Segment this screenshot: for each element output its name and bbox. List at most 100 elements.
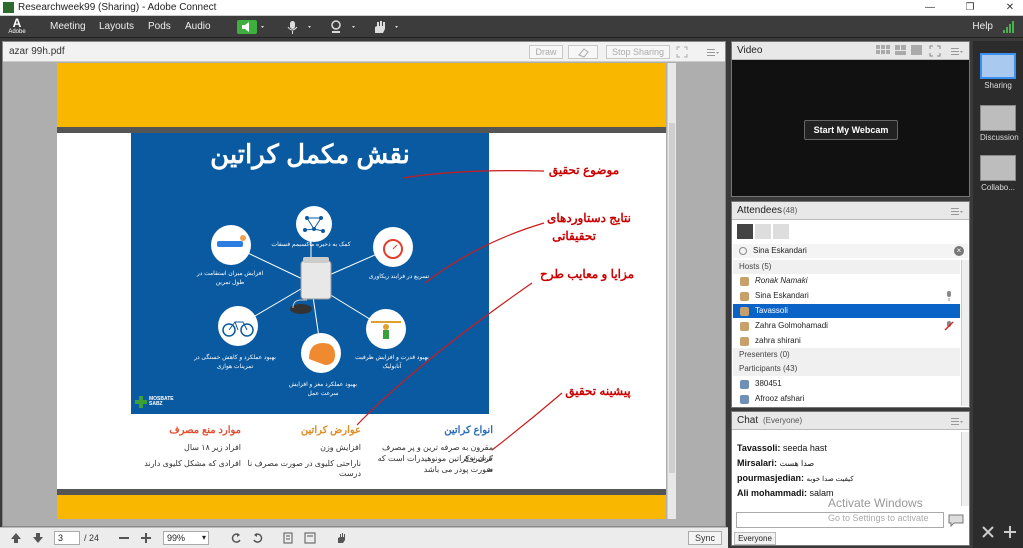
layout-tools-icon[interactable] bbox=[981, 525, 995, 539]
hand-icon bbox=[338, 533, 345, 543]
filmstrip-view-icon[interactable] bbox=[895, 45, 907, 56]
maximize-button[interactable]: ❐ bbox=[957, 0, 983, 16]
participants-section-header[interactable]: Participants (43) bbox=[733, 362, 960, 376]
document-scrollbar[interactable] bbox=[667, 63, 676, 519]
clear-selection-icon[interactable]: × bbox=[954, 246, 964, 256]
minimize-button[interactable]: — bbox=[917, 0, 943, 16]
host-icon bbox=[740, 292, 749, 301]
pod-menu-icon[interactable] bbox=[950, 45, 964, 57]
host-icon bbox=[740, 277, 749, 286]
eraser-button[interactable] bbox=[568, 45, 598, 59]
menu-pods[interactable]: Pods bbox=[148, 21, 171, 32]
sync-button[interactable]: Sync bbox=[688, 531, 722, 545]
rotate-right-button[interactable] bbox=[252, 532, 264, 544]
fit-page-button[interactable] bbox=[304, 532, 316, 544]
chat-scrollbar[interactable] bbox=[961, 432, 969, 506]
adobe-logo-text: Adobe bbox=[8, 29, 26, 35]
fullscreen-icon[interactable] bbox=[929, 45, 941, 57]
previous-page-button[interactable] bbox=[10, 532, 22, 544]
send-icon bbox=[948, 514, 964, 528]
attendee-row-selected[interactable]: Tavassoli bbox=[733, 304, 960, 318]
attendee-row[interactable]: 380451 bbox=[733, 377, 960, 391]
chat-user: Ali mohammadi: bbox=[737, 488, 808, 498]
pod-menu-icon[interactable] bbox=[950, 415, 964, 427]
attendee-row[interactable]: zahra shirani bbox=[733, 334, 960, 348]
pod-menu-icon[interactable] bbox=[950, 205, 964, 217]
chat-pod-title: Chat bbox=[737, 415, 759, 426]
zoom-in-button[interactable] bbox=[140, 532, 152, 544]
page-number-input[interactable]: 3 bbox=[54, 531, 80, 545]
document-page: نقش مکمل کراتین کمک به ذخیره ماکسیمم فسف… bbox=[57, 63, 666, 519]
menu-help[interactable]: Help bbox=[972, 21, 993, 32]
side-effects-title: عوارض کراتین bbox=[300, 425, 361, 436]
attendee-count: (48) bbox=[783, 206, 798, 215]
menu-layouts[interactable]: Layouts bbox=[99, 21, 134, 32]
add-layout-icon[interactable] bbox=[1003, 525, 1017, 539]
presenters-label: Presenters (0) bbox=[739, 350, 790, 359]
user-icon bbox=[739, 247, 747, 255]
microphone-icon bbox=[944, 291, 954, 301]
rotate-left-button[interactable] bbox=[230, 532, 242, 544]
layout-collaboration[interactable]: Collabo... bbox=[980, 155, 1016, 192]
layout-sharing[interactable]: Sharing bbox=[980, 53, 1016, 90]
layout-discussion[interactable]: Discussion bbox=[980, 105, 1019, 142]
menu-audio[interactable]: Audio bbox=[185, 21, 211, 32]
app-icon bbox=[3, 2, 14, 13]
grid-view-icon[interactable] bbox=[876, 45, 892, 56]
side-effects-line-1: افزایش وزن bbox=[320, 443, 361, 452]
next-page-button[interactable] bbox=[32, 532, 44, 544]
attendee-row[interactable]: Sina Eskandari bbox=[733, 289, 960, 303]
contraindications-title: موارد منع مصرف bbox=[169, 425, 241, 436]
host-icon bbox=[740, 322, 749, 331]
presenters-section-header[interactable]: Presenters (0) bbox=[733, 348, 960, 362]
layout-thumbnail bbox=[980, 105, 1016, 131]
attendee-view-switcher bbox=[737, 224, 791, 240]
start-webcam-button[interactable]: Start My Webcam bbox=[804, 120, 898, 140]
microphone-icon bbox=[287, 21, 311, 34]
layouts-bar: Sharing Discussion Collabo... bbox=[973, 41, 1023, 548]
list-view-icon[interactable] bbox=[737, 224, 753, 239]
webcam-button[interactable] bbox=[328, 19, 360, 35]
microphone-button[interactable] bbox=[284, 19, 316, 35]
chat-pod: Chat (Everyone) Tavassoli: seeda hast Mi… bbox=[731, 411, 970, 546]
rotate-right-icon bbox=[253, 533, 263, 543]
raise-hand-button[interactable] bbox=[371, 19, 403, 35]
chat-message-input[interactable] bbox=[736, 512, 944, 528]
pod-menu-icon[interactable] bbox=[706, 46, 720, 58]
breakout-view-icon[interactable] bbox=[755, 224, 771, 239]
document-viewer[interactable]: نقش مکمل کراتین کمک به ذخیره ماکسیمم فسف… bbox=[3, 62, 725, 526]
attendees-pod-title: Attendees bbox=[737, 205, 783, 216]
everyone-tab[interactable]: Everyone bbox=[734, 532, 776, 545]
document-toolbar: 3 / 24 99% ▾ Sync bbox=[0, 527, 728, 548]
close-button[interactable]: ✕ bbox=[997, 0, 1023, 16]
stop-sharing-button[interactable]: Stop Sharing bbox=[606, 45, 670, 59]
attendee-row[interactable]: Zahra Golmohamadi bbox=[733, 319, 960, 333]
arrow-up-icon bbox=[11, 533, 21, 543]
status-view-icon[interactable] bbox=[773, 224, 789, 239]
pan-tool-button[interactable] bbox=[336, 532, 348, 544]
zoom-out-button[interactable] bbox=[118, 532, 130, 544]
video-pod: Video Start My Webcam bbox=[731, 41, 970, 197]
creatine-types-title: انواع کراتین bbox=[444, 425, 493, 436]
fullscreen-icon[interactable] bbox=[676, 46, 688, 58]
fit-width-button[interactable] bbox=[282, 532, 294, 544]
selected-attendee-bar[interactable]: Sina Eskandari × bbox=[733, 244, 968, 258]
attendee-row[interactable]: Ronak Namaki bbox=[733, 274, 960, 288]
send-message-button[interactable] bbox=[947, 513, 965, 528]
video-pod-title: Video bbox=[737, 45, 763, 56]
draw-button[interactable]: Draw bbox=[529, 45, 563, 59]
menu-meeting[interactable]: Meeting bbox=[50, 21, 86, 32]
video-pod-header: Video bbox=[732, 42, 969, 60]
hosts-section-header[interactable]: Hosts (5) bbox=[733, 260, 960, 274]
annotation-research-topic: موضوع تحقیق bbox=[548, 163, 620, 177]
attendee-scrollbar[interactable] bbox=[961, 260, 969, 406]
zoom-select[interactable]: 99% ▾ bbox=[163, 531, 209, 545]
speaker-button[interactable] bbox=[236, 19, 268, 35]
single-view-icon[interactable] bbox=[911, 45, 923, 56]
activate-windows-watermark: Activate Windows bbox=[828, 496, 923, 510]
side-effects-line-2: ناراحتی کلیوی در صورت مصرف نا درست bbox=[247, 459, 362, 478]
share-pod-header: azar 99h.pdf Draw Stop Sharing bbox=[3, 42, 725, 62]
creatine-types-line-3: صورت پودر می باشد bbox=[423, 465, 493, 474]
scrollbar-thumb[interactable] bbox=[669, 123, 675, 473]
attendee-row[interactable]: Afrooz afshari bbox=[733, 392, 960, 406]
